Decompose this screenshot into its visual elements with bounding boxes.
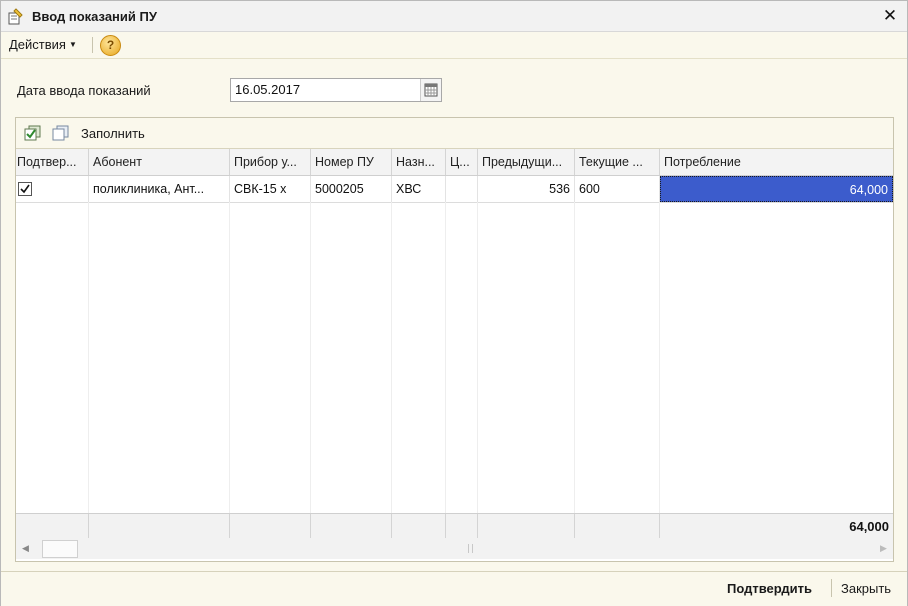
window-title: Ввод показаний ПУ [32, 9, 157, 24]
close-button[interactable]: Закрыть [841, 581, 891, 596]
scroll-right-icon[interactable]: ▶ [875, 540, 892, 557]
scroll-grip-icon [468, 544, 473, 553]
actions-menu-label: Действия [9, 37, 66, 52]
meter-cell[interactable]: СВК-15 х [230, 176, 311, 202]
price-cell[interactable] [446, 176, 478, 202]
confirmed-cell[interactable] [16, 176, 89, 202]
column-header-price[interactable]: Ц... [446, 149, 478, 175]
calendar-icon[interactable] [420, 79, 441, 101]
footer-cell [89, 514, 230, 538]
date-value: 16.05.2017 [235, 82, 301, 97]
confirm-button[interactable]: Подтвердить [727, 581, 812, 596]
column-header-consumption[interactable]: Потребление [660, 149, 893, 175]
footer-cell [311, 514, 392, 538]
footer-cell [392, 514, 446, 538]
footer-cell [16, 514, 89, 538]
current-reading-cell[interactable]: 600 [575, 176, 660, 202]
title-bar: Ввод показаний ПУ ✕ [1, 1, 907, 32]
confirmed-checkbox[interactable] [18, 182, 32, 196]
column-divider [574, 202, 575, 513]
help-button[interactable]: ? [100, 35, 121, 56]
column-divider [477, 202, 478, 513]
readings-table: Заполнить Подтвер... Абонент Прибор у...… [15, 117, 894, 562]
column-header-purpose[interactable]: Назн... [392, 149, 446, 175]
table-footer: 64,000 [16, 513, 893, 539]
consumption-cell[interactable]: 64,000 [660, 176, 893, 202]
uncheck-all-icon[interactable] [52, 125, 70, 141]
table-row[interactable]: поликлиника, Ант... СВК-15 х 5000205 ХВС… [16, 176, 893, 203]
previous-reading-cell[interactable]: 536 [478, 176, 575, 202]
chevron-down-icon: ▼ [68, 40, 77, 49]
column-header-current[interactable]: Текущие ... [575, 149, 660, 175]
table-toolbar: Заполнить [16, 118, 893, 149]
column-divider [88, 202, 89, 513]
scroll-thumb[interactable] [42, 540, 78, 558]
footer-cell [230, 514, 311, 538]
column-header-confirmed[interactable]: Подтвер... [16, 149, 89, 175]
consumption-total: 64,000 [849, 519, 889, 534]
column-divider [391, 202, 392, 513]
menu-bar: Действия ▼ ? [1, 32, 907, 59]
column-header-meter-number[interactable]: Номер ПУ [311, 149, 392, 175]
scroll-left-icon[interactable]: ◀ [17, 540, 34, 557]
date-label: Дата ввода показаний [17, 83, 151, 98]
menu-separator [92, 37, 93, 53]
column-divider [229, 202, 230, 513]
column-divider [310, 202, 311, 513]
dialog-window: Ввод показаний ПУ ✕ Действия ▼ ? Дата вво… [0, 0, 908, 606]
table-header: Подтвер... Абонент Прибор у... Номер ПУ … [16, 149, 893, 176]
footer-cell [575, 514, 660, 538]
close-icon[interactable]: ✕ [879, 5, 901, 27]
column-divider [445, 202, 446, 513]
table-empty-area [16, 202, 893, 513]
purpose-cell[interactable]: ХВС [392, 176, 446, 202]
meter-number-cell[interactable]: 5000205 [311, 176, 392, 202]
date-field[interactable]: 16.05.2017 [230, 78, 442, 102]
horizontal-scrollbar[interactable]: ◀ ▶ [16, 538, 893, 559]
column-header-previous[interactable]: Предыдущи... [478, 149, 575, 175]
column-header-subscriber[interactable]: Абонент [89, 149, 230, 175]
footer-cell [446, 514, 478, 538]
fill-button[interactable]: Заполнить [81, 126, 145, 141]
dialog-buttons: Подтвердить Закрыть [1, 571, 907, 606]
subscriber-cell[interactable]: поликлиника, Ант... [89, 176, 230, 202]
document-icon [7, 8, 24, 25]
actions-menu[interactable]: Действия ▼ [9, 37, 77, 52]
footer-cell [478, 514, 575, 538]
button-separator [831, 579, 832, 597]
column-divider [659, 202, 660, 513]
check-all-icon[interactable] [24, 125, 42, 141]
column-header-meter[interactable]: Прибор у... [230, 149, 311, 175]
